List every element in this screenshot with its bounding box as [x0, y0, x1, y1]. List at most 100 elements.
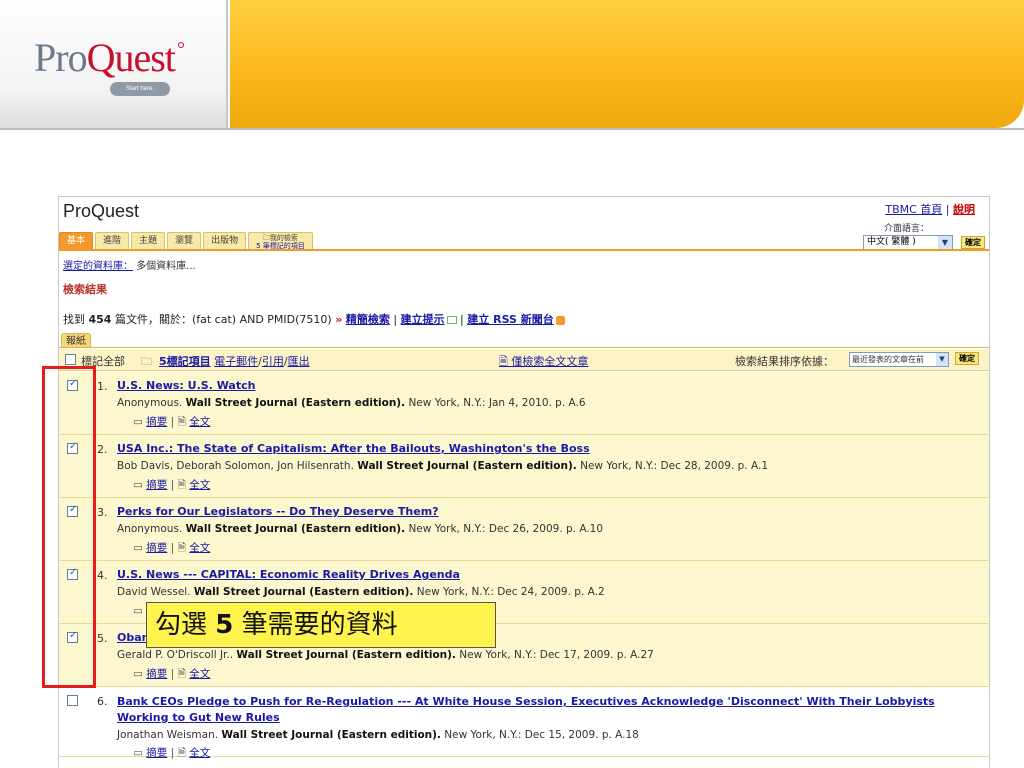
result-title-link[interactable]: Bank CEOs Pledge to Push for Re-Regulati… [117, 694, 977, 726]
result-number: 1. [97, 380, 108, 393]
slide-header: ProQuest Start here. [0, 0, 1024, 130]
abstract-icon: ▭ [133, 668, 147, 680]
rss-icon [555, 315, 565, 325]
result-number: 2. [97, 443, 108, 456]
tab-underline [59, 249, 989, 251]
refine-search-link[interactable]: 精簡檢索 [346, 313, 390, 326]
tab-browse[interactable]: 瀏覽 [167, 232, 202, 249]
fulltext-only-link[interactable]: 🗎 僅檢索全文文章 [499, 353, 588, 372]
sort-label: 檢索結果排序依據： [735, 355, 834, 368]
document-icon: 🗎 [177, 668, 190, 680]
results-toolbar: 標記全部 🗀 5標記項目 電子郵件/引用/匯出 🗎 僅檢索全文文章 檢索結果排序… [59, 349, 989, 372]
logo-wordmark: ProQuest [34, 35, 176, 80]
header-divider [0, 128, 1024, 130]
results-list: 1. U.S. News: U.S. Watch Anonymous. Wall S… [59, 372, 989, 759]
sort-ok-button[interactable]: 確定 [955, 352, 979, 365]
abstract-link[interactable]: 摘要 [146, 747, 167, 759]
result-links: ▭ 摘要 | 🗎 全文 [133, 668, 211, 680]
result-links: ▭ 摘要 | 🗎 全文 [133, 542, 211, 554]
abstract-icon: ▭ [133, 542, 147, 554]
fulltext-link[interactable]: 全文 [189, 542, 210, 554]
abstract-icon: ▭ [133, 416, 147, 428]
result-citation: David Wessel. Wall Street Journal (Easte… [117, 586, 605, 598]
result-links: ▭ 摘要 | 🗎 全文 [133, 416, 211, 428]
result-number: 6. [97, 695, 108, 708]
result-links: ▭ 摘要 | 🗎 全文 [133, 479, 211, 491]
registered-mark-icon [178, 42, 184, 48]
results-summary: 找到 454 篇文件，關於：(fat cat) AND PMID(7510) »… [63, 311, 565, 327]
create-alert-link[interactable]: 建立提示 [401, 313, 445, 326]
selected-databases-link[interactable]: 選定的資料庫： [63, 261, 133, 272]
fulltext-link[interactable]: 全文 [189, 479, 210, 491]
email-icon [446, 316, 457, 324]
abstract-link[interactable]: 摘要 [146, 416, 167, 428]
result-row: 6. Bank CEOs Pledge to Push for Re-Regula… [59, 687, 989, 759]
mark-all-checkbox[interactable] [65, 354, 76, 365]
checkbox-highlight-box [42, 366, 96, 688]
proquest-results-screenshot: ProQuest TBMC 首頁 | 說明 介面語言： 中文( 繁體 ) ▼ 確… [58, 196, 990, 768]
document-icon: 🗎 [177, 416, 190, 428]
fulltext-link[interactable]: 全文 [189, 668, 210, 680]
language-select[interactable]: 中文( 繁體 ) ▼ [863, 235, 953, 250]
result-citation: Bob Davis, Deborah Solomon, Jon Hilsenra… [117, 460, 769, 472]
abstract-icon: ▭ [133, 605, 147, 617]
result-title-link[interactable]: U.S. News: U.S. Watch [117, 379, 255, 392]
result-citation: Jonathan Weisman. Wall Street Journal (E… [117, 729, 639, 741]
result-title-link[interactable]: U.S. News --- CAPITAL: Economic Reality … [117, 568, 460, 581]
logo-tagline: Start here. [110, 82, 170, 96]
chevron-down-icon: ▼ [936, 353, 948, 366]
tab-newspapers[interactable]: 報紙 [61, 333, 91, 348]
document-icon: 🗎 [177, 542, 190, 554]
language-ok-button[interactable]: 確定 [961, 236, 985, 249]
folder-icon: 🗀 [141, 355, 152, 368]
result-checkbox[interactable] [67, 695, 78, 706]
search-tabs: 基本 進階 主題 瀏覽 出版物 🗀我的檢索 5 筆標記的項目 [59, 232, 313, 250]
result-row: 2. USA Inc.: The State of Capitalism: Aft… [59, 435, 989, 498]
tab-my-research[interactable]: 🗀我的檢索 5 筆標記的項目 [248, 232, 313, 250]
result-citation: Anonymous. Wall Street Journal (Eastern … [117, 523, 604, 535]
selected-databases: 選定的資料庫： 多個資料庫... [63, 261, 196, 272]
tab-advanced[interactable]: 進階 [95, 232, 130, 249]
abstract-icon: ▭ [133, 479, 147, 491]
export-link[interactable]: 匯出 [288, 355, 310, 368]
language-label: 介面語言： [883, 224, 929, 234]
abstract-link[interactable]: 摘要 [146, 479, 167, 491]
header-gold-bar [230, 0, 1024, 128]
chevron-down-icon: ▼ [938, 236, 952, 249]
abstract-link[interactable]: 摘要 [146, 668, 167, 680]
cite-link[interactable]: 引用 [262, 355, 284, 368]
fulltext-link[interactable]: 全文 [189, 416, 210, 428]
folder-icon: 🗀 [262, 234, 270, 242]
result-number: 4. [97, 569, 108, 582]
result-citation: Anonymous. Wall Street Journal (Eastern … [117, 397, 586, 409]
results-heading: 檢索結果 [63, 283, 107, 296]
abstract-link[interactable]: 摘要 [146, 542, 167, 554]
fulltext-link[interactable]: 全文 [189, 747, 210, 759]
home-link[interactable]: TBMC 首頁 [885, 203, 942, 216]
app-title: ProQuest [63, 201, 140, 221]
result-title-link[interactable]: Perks for Our Legislators -- Do They Des… [117, 505, 439, 518]
top-links: TBMC 首頁 | 說明 [885, 203, 975, 216]
document-icon: 🗎 [177, 479, 190, 491]
document-icon: 🗎 [499, 355, 512, 368]
abstract-icon: ▭ [133, 747, 147, 759]
tab-basic[interactable]: 基本 [59, 232, 94, 249]
result-number: 3. [97, 506, 108, 519]
result-row: 1. U.S. News: U.S. Watch Anonymous. Wall S… [59, 372, 989, 435]
document-icon: 🗎 [177, 747, 190, 759]
tab-topic[interactable]: 主題 [131, 232, 166, 249]
result-links: ▭ 摘要 | 🗎 全文 [133, 747, 211, 759]
help-link[interactable]: 說明 [953, 203, 975, 216]
email-link[interactable]: 電子郵件 [214, 355, 258, 368]
create-rss-link[interactable]: 建立 RSS 新聞台 [467, 313, 553, 326]
proquest-logo: ProQuest Start here. [0, 0, 228, 130]
tab-publications[interactable]: 出版物 [203, 232, 247, 249]
annotation-callout: 勾選 5 筆需要的資料 [146, 602, 496, 648]
sort-select[interactable]: 最近發表的文章在前 ▼ [849, 352, 949, 367]
subtab-underline [59, 347, 989, 348]
result-citation: Gerald P. O'Driscoll Jr.. Wall Street Jo… [117, 649, 654, 661]
result-row: 3. Perks for Our Legislators -- Do They D… [59, 498, 989, 561]
result-title-link[interactable]: USA Inc.: The State of Capitalism: After… [117, 442, 590, 455]
result-number: 5. [97, 632, 108, 645]
marked-items-link[interactable]: 5標記項目 [159, 355, 211, 368]
